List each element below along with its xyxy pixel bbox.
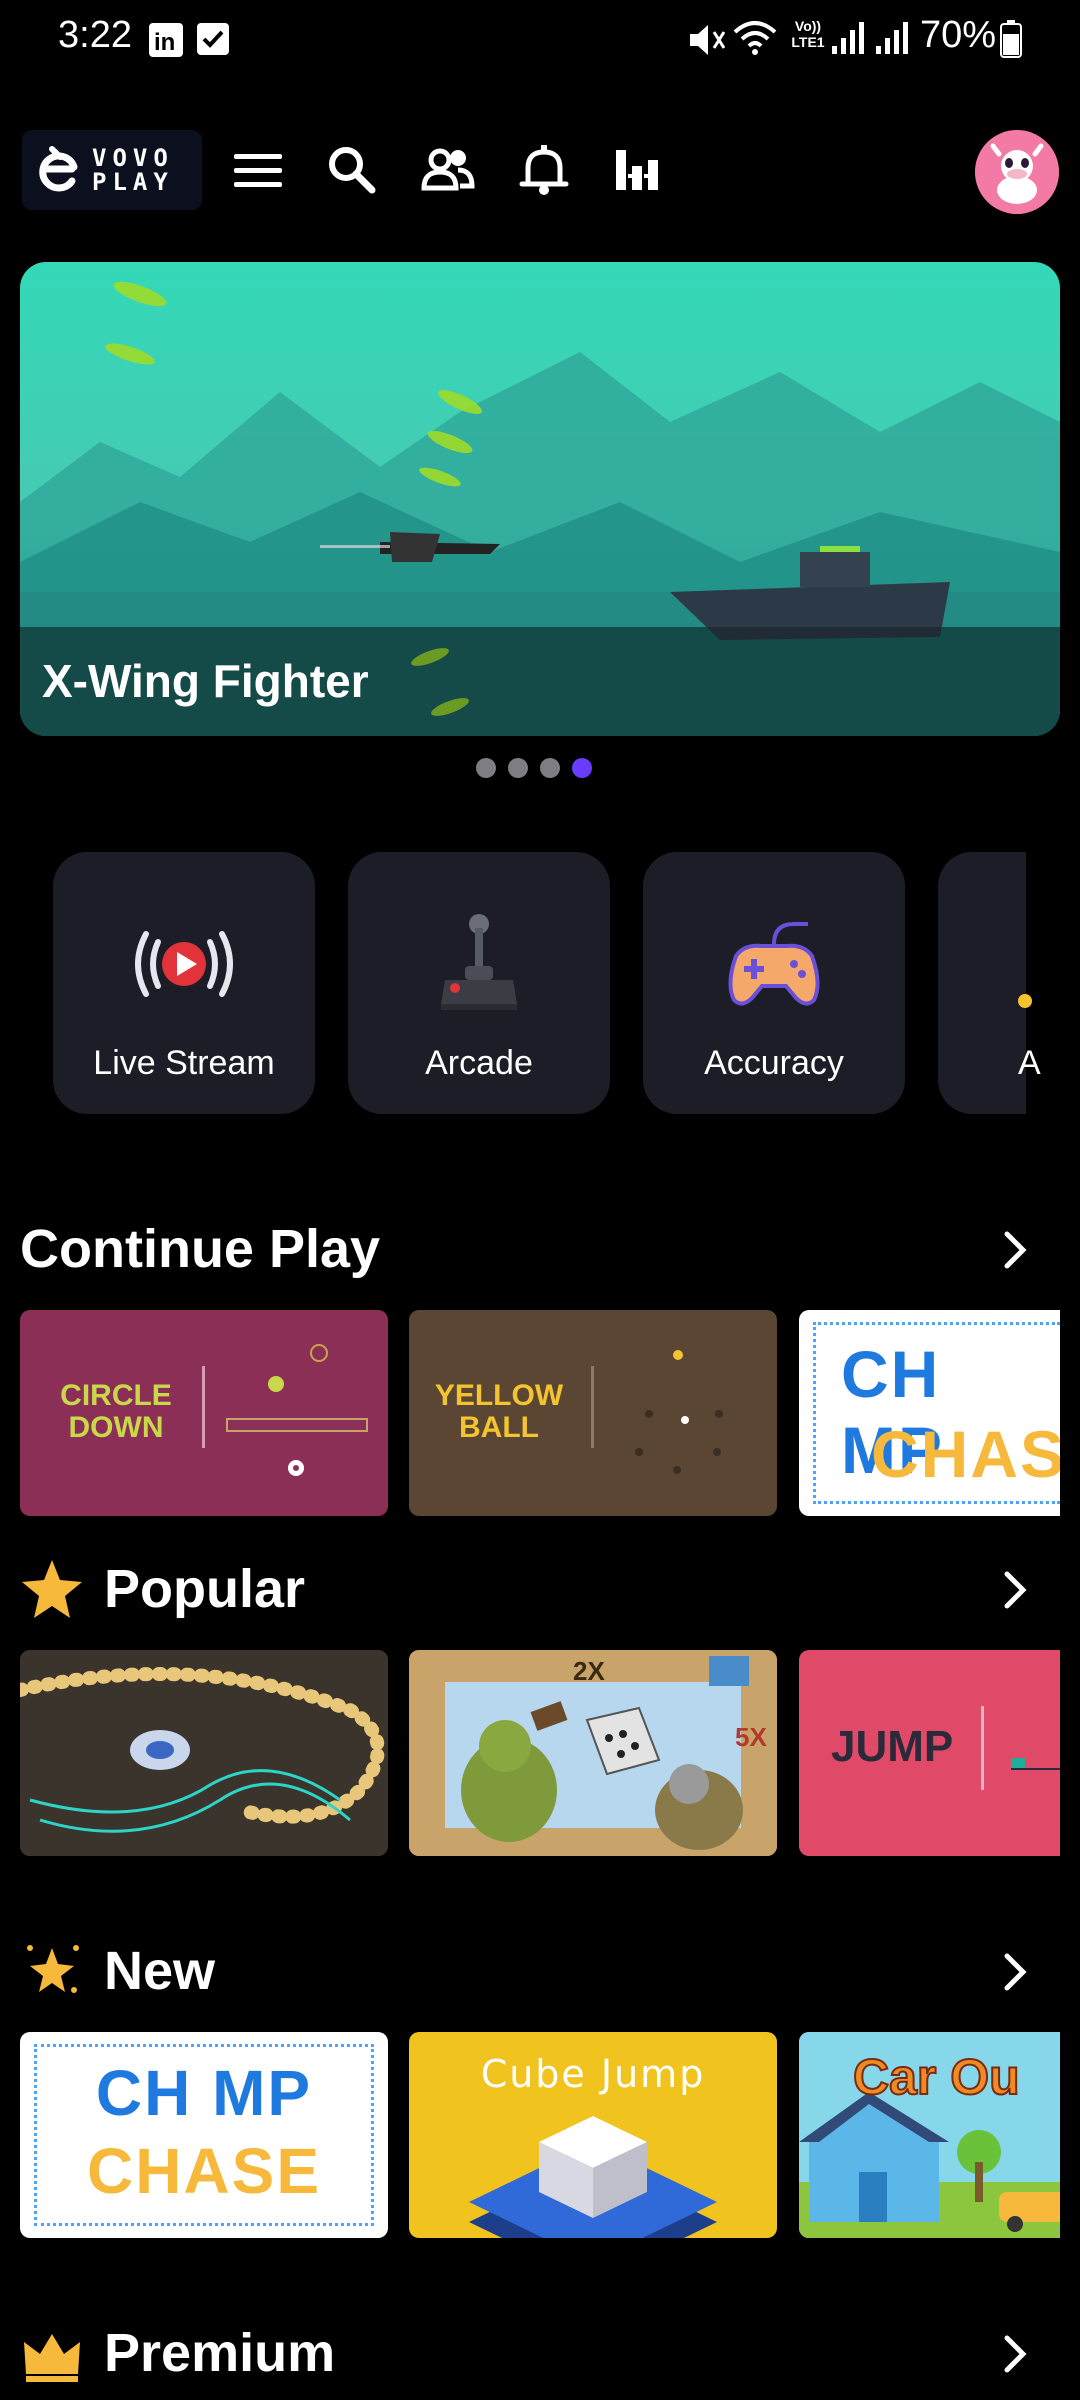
- pager-dot-2[interactable]: [508, 758, 528, 778]
- game-title-line: CHASE: [86, 2135, 322, 2207]
- menu-icon[interactable]: [228, 140, 288, 200]
- pager-dot-1[interactable]: [476, 758, 496, 778]
- section-title-continue-play: Continue Play: [20, 1219, 381, 1279]
- logo-text-1: VOVO: [92, 144, 174, 172]
- signal-icon-2: [874, 18, 910, 61]
- chevron-right-icon[interactable]: [995, 1230, 1035, 1270]
- game-title-line: BALL: [459, 1411, 539, 1444]
- category-label: Live Stream: [93, 1044, 275, 1082]
- game-card-chomp-chase[interactable]: CH MP CHAS: [799, 1310, 1060, 1516]
- cow-avatar-icon: [975, 130, 1059, 214]
- svg-text:in: in: [154, 29, 175, 56]
- game-title-line: CH MP: [95, 2057, 313, 2129]
- chevron-right-icon[interactable]: [995, 2334, 1035, 2374]
- bell-icon[interactable]: [514, 140, 574, 200]
- game-card-cube-jump[interactable]: Cube Jump: [409, 2032, 777, 2238]
- category-arcade[interactable]: Arcade: [348, 852, 610, 1114]
- status-time: 3:22: [58, 14, 132, 56]
- section-title-new: New: [104, 1941, 216, 2001]
- vovo-play-logo[interactable]: VOVO PLAY: [22, 130, 202, 210]
- crown-icon: [20, 2324, 84, 2389]
- category-live-stream[interactable]: Live Stream: [53, 852, 315, 1114]
- game-card-circle-down[interactable]: CIRCLE DOWN: [20, 1310, 388, 1516]
- logo-mark-icon: [39, 146, 78, 192]
- game-card-car-out[interactable]: Car Ou: [799, 2032, 1060, 2238]
- game-card-dice-ogres[interactable]: 2X 5X: [409, 1650, 777, 1856]
- game-card-marble-shooter[interactable]: [20, 1650, 388, 1856]
- star-icon: [20, 1556, 84, 1625]
- game-title-line: CIRCLE: [60, 1379, 172, 1412]
- live-stream-icon: [135, 931, 233, 997]
- battery-percentage: 70%: [920, 14, 997, 56]
- joystick-icon: [441, 914, 517, 1010]
- game-title-line: DOWN: [68, 1411, 164, 1444]
- category-label: A: [1018, 1044, 1041, 1082]
- category-accuracy[interactable]: Accuracy: [643, 852, 905, 1114]
- category-label: Accuracy: [704, 1044, 844, 1082]
- game-title-line: Car Ou: [852, 2048, 1021, 2106]
- multiplier-badge: 5X: [735, 1722, 767, 1752]
- cube-artwork: [469, 2116, 717, 2238]
- wifi-icon: [732, 18, 778, 63]
- leaderboard-icon[interactable]: [608, 140, 668, 200]
- partial-icon: [1018, 994, 1032, 1008]
- game-card-jump[interactable]: JUMP: [799, 1650, 1060, 1856]
- pager-dot-3[interactable]: [540, 758, 560, 778]
- chevron-right-icon[interactable]: [995, 1570, 1035, 1610]
- section-title-premium: Premium: [104, 2323, 336, 2383]
- gamepad-icon: [728, 922, 820, 1006]
- battery-icon: [1000, 20, 1022, 63]
- category-partial[interactable]: A: [938, 852, 1041, 1114]
- banner-title: X-Wing Fighter: [42, 655, 369, 707]
- multiplier-badge: 2X: [573, 1656, 605, 1686]
- game-title-line: CHAS: [871, 1417, 1060, 1491]
- game-card-yellow-ball[interactable]: YELLOW BALL: [409, 1310, 777, 1516]
- category-label: Arcade: [425, 1044, 533, 1082]
- network-type-label: Vo)) LTE1: [791, 18, 825, 50]
- mute-icon: [686, 20, 726, 65]
- checkbox-notification-icon: [196, 22, 230, 61]
- game-card-chomp-chase-new[interactable]: CH MP CHASE: [20, 2032, 388, 2238]
- logo-text-2: PLAY: [92, 168, 174, 196]
- user-avatar[interactable]: [975, 130, 1059, 214]
- marble-game-artwork: [20, 1650, 388, 1856]
- section-title-popular: Popular: [104, 1559, 306, 1619]
- game-title-line: YELLOW: [434, 1379, 564, 1412]
- pager-dot-4-active[interactable]: [572, 758, 592, 778]
- chevron-right-icon[interactable]: [995, 1952, 1035, 1992]
- signal-icon: [830, 18, 866, 61]
- featured-banner[interactable]: X-Wing Fighter: [20, 262, 1060, 736]
- friends-icon[interactable]: [418, 140, 478, 200]
- game-title-text: JUMP: [831, 1722, 954, 1771]
- search-icon[interactable]: [322, 140, 382, 200]
- linkedin-icon: in: [148, 22, 184, 63]
- sparkle-star-icon: [20, 1936, 84, 2005]
